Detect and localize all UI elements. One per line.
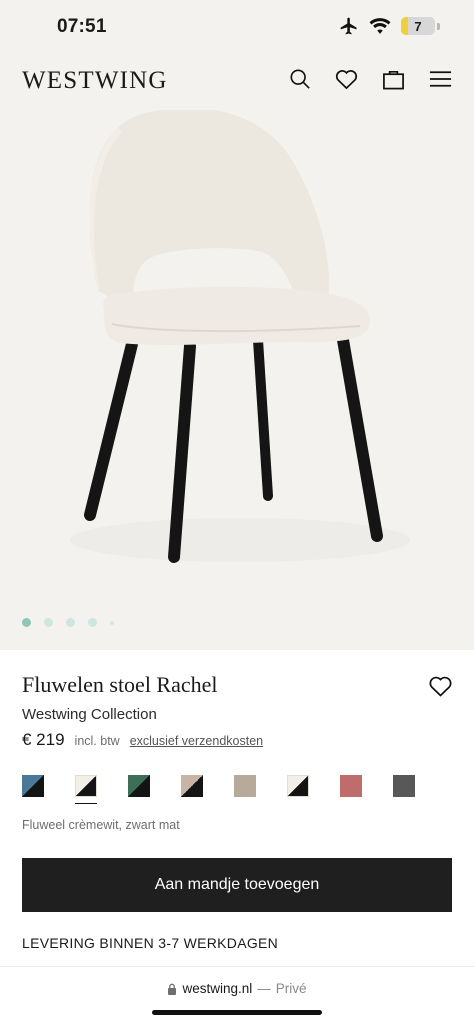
private-mode-label: Privé <box>275 981 307 996</box>
app-header: WESTWING <box>0 52 474 110</box>
gallery-dot[interactable] <box>44 618 53 627</box>
product-title: Fluwelen stoel Rachel <box>22 672 218 697</box>
price-row: € 219 incl. btw exclusief verzendkosten <box>22 730 263 750</box>
color-swatch[interactable] <box>75 775 97 804</box>
url-display[interactable]: westwing.nl — Privé <box>0 981 474 996</box>
url-domain: westwing.nl <box>182 981 253 996</box>
color-swatch[interactable] <box>287 775 309 797</box>
browser-url-bar[interactable]: westwing.nl — Privé <box>0 966 474 1024</box>
battery-fill <box>401 17 408 35</box>
color-swatch[interactable] <box>340 775 362 797</box>
header-icons <box>288 67 452 90</box>
color-swatch[interactable] <box>181 775 203 797</box>
variant-label: Fluweel crèmewit, zwart mat <box>22 818 180 832</box>
product-image-chair <box>70 110 410 563</box>
gallery-dot[interactable] <box>110 620 114 625</box>
shipping-costs-link[interactable]: exclusief verzendkosten <box>130 734 263 748</box>
wifi-icon <box>369 17 391 34</box>
brand-logo[interactable]: WESTWING <box>22 67 168 95</box>
lock-icon <box>168 983 177 995</box>
home-indicator[interactable] <box>152 1010 322 1015</box>
airplane-icon <box>340 17 357 35</box>
status-icons: 7 <box>339 16 440 36</box>
gallery-pagination <box>22 618 114 627</box>
wishlist-heart-icon[interactable] <box>428 675 453 697</box>
battery-nub <box>437 22 440 30</box>
product-price: € 219 <box>22 730 65 749</box>
heart-icon[interactable] <box>335 67 358 90</box>
menu-icon[interactable] <box>429 67 452 90</box>
status-time: 07:51 <box>57 16 107 37</box>
gallery-dot[interactable] <box>66 618 75 627</box>
color-swatch[interactable] <box>234 775 256 797</box>
color-swatches <box>22 775 462 805</box>
battery-level: 7 <box>414 18 422 34</box>
search-icon[interactable] <box>288 67 311 90</box>
status-bar: 07:51 7 <box>0 0 474 52</box>
delivery-info: LEVERING BINNEN 3-7 WERKDAGEN <box>22 935 279 951</box>
gallery-dot[interactable] <box>22 618 31 627</box>
battery-indicator: 7 <box>401 17 435 35</box>
product-brand[interactable]: Westwing Collection <box>22 706 157 723</box>
gallery-dot[interactable] <box>88 618 97 627</box>
color-swatch[interactable] <box>22 775 44 797</box>
color-swatch[interactable] <box>393 775 415 797</box>
vat-note: incl. btw <box>74 734 120 748</box>
add-to-cart-button[interactable]: Aan mandje toevoegen <box>22 858 452 912</box>
url-separator: — <box>257 981 271 996</box>
product-image-gallery[interactable] <box>0 110 474 650</box>
color-swatch[interactable] <box>128 775 150 797</box>
bag-icon[interactable] <box>382 67 405 90</box>
